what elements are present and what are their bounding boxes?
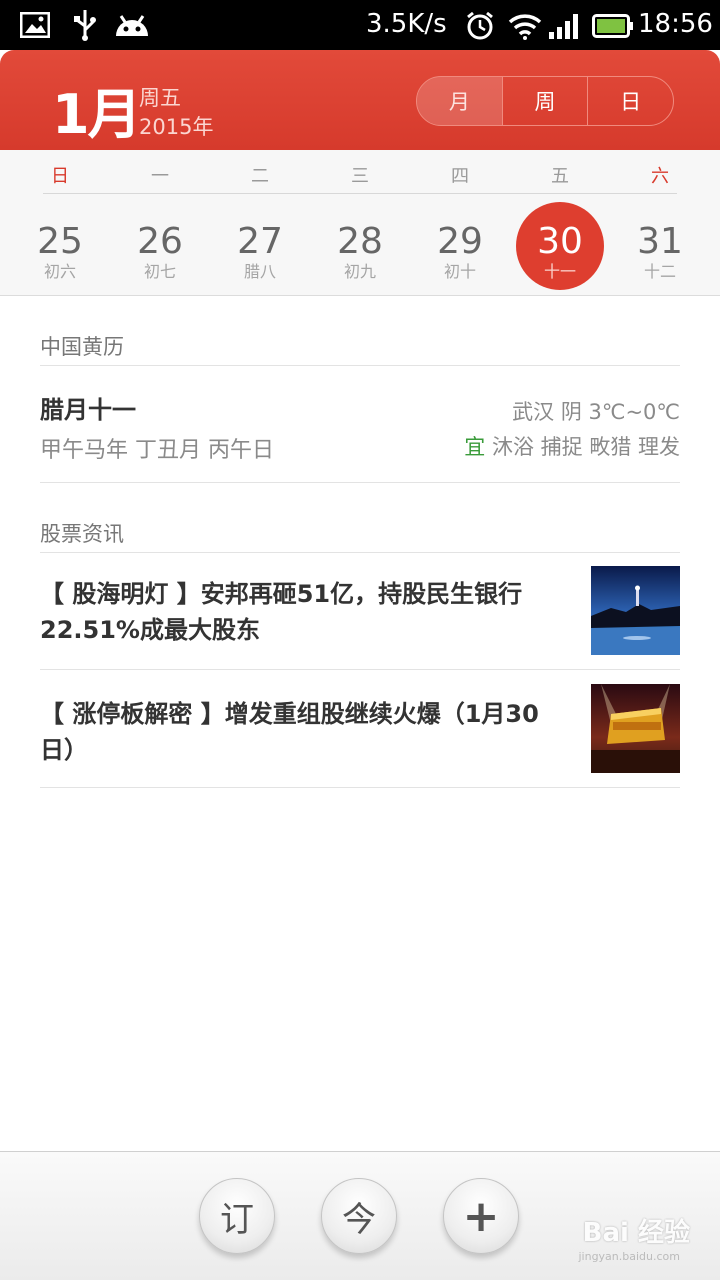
day-number: 29 <box>437 221 483 262</box>
day-cell[interactable]: 26 初七 <box>115 202 205 292</box>
weekday-wed: 三 <box>351 166 369 187</box>
alarm-icon <box>467 11 493 40</box>
day-number: 25 <box>37 221 83 262</box>
lunar-day: 初六 <box>43 262 76 281</box>
news-item[interactable]: 【 涨停板解密 】增发重组股继续火爆（1月30日） <box>40 684 680 774</box>
tab-day[interactable]: 日 <box>587 77 673 125</box>
subscribe-button[interactable]: 订 <box>199 1178 275 1254</box>
usb-icon <box>74 10 96 41</box>
clock: 18:56 <box>638 9 713 39</box>
baidu-watermark-url: jingyan.baidu.com <box>578 1250 680 1263</box>
gallery-icon <box>20 12 50 38</box>
status-bar: 3.5K/s 18:56 <box>0 0 720 50</box>
day-cell[interactable]: 28 初九 <box>315 202 405 292</box>
weekday-fri: 五 <box>551 166 569 187</box>
lunar-day: 初七 <box>143 262 176 281</box>
day-number: 31 <box>637 221 683 262</box>
wifi-icon <box>508 14 542 40</box>
weekday-tue: 二 <box>251 166 269 187</box>
day-number: 26 <box>137 221 183 262</box>
android-icon <box>116 15 148 36</box>
ganzhi-text: 甲午马年 丁丑月 丙午日 <box>40 438 274 463</box>
divider <box>40 787 680 788</box>
day-cell[interactable]: 29 初十 <box>415 202 505 292</box>
day-cell[interactable]: 31 十二 <box>615 202 705 292</box>
lunar-day: 十一 <box>543 262 576 281</box>
divider <box>40 552 680 553</box>
news-item[interactable]: 【 股海明灯 】安邦再砸51亿，持股民生银行22.51%成最大股东 <box>40 566 680 656</box>
day-cell-selected[interactable]: 30 十一 <box>515 202 605 292</box>
week-strip: 日 一 二 三 四 五 六 25 初六 26 初七 27 腊八 28 初九 29… <box>0 150 720 296</box>
day-cell[interactable]: 27 腊八 <box>215 202 305 292</box>
baidu-watermark: Bai 经验 <box>582 1218 690 1248</box>
divider <box>40 365 680 366</box>
yi-label: 宜 <box>464 435 486 459</box>
today-button[interactable]: 今 <box>321 1178 397 1254</box>
day-cell[interactable]: 25 初六 <box>15 202 105 292</box>
weekday-header-row: 日 一 二 三 四 五 六 <box>0 162 720 187</box>
tab-week[interactable]: 周 <box>501 77 588 125</box>
calendar-header: 1月 周五 2015年 月 周 日 <box>0 50 720 150</box>
weekday-divider <box>43 193 677 194</box>
news-title: 【 涨停板解密 】增发重组股继续火爆（1月30日） <box>40 700 539 764</box>
stocks-section-title: 股票资讯 <box>40 522 124 546</box>
lunar-day: 初十 <box>443 262 476 281</box>
weekday-thu: 四 <box>451 166 469 187</box>
weekday-label: 周五 <box>139 86 181 110</box>
lunar-date: 腊月十一 <box>40 396 136 424</box>
divider <box>40 482 680 483</box>
day-number: 30 <box>537 221 583 262</box>
net-speed: 3.5K/s <box>366 9 447 39</box>
lunar-day: 初九 <box>343 262 376 281</box>
year-label: 2015年 <box>139 115 214 139</box>
bottom-toolbar: 订 今 + Bai 经验 jingyan.baidu.com <box>0 1151 720 1280</box>
yi-items: 沐浴 捕捉 畋猎 理发 <box>491 435 680 459</box>
weekday-sun: 日 <box>51 166 69 187</box>
divider <box>40 669 680 670</box>
almanac-section-title: 中国黄历 <box>40 335 124 359</box>
weather-text: 武汉 阴 3℃~0℃ <box>512 400 680 424</box>
signal-icon <box>549 14 578 39</box>
lunar-day: 十二 <box>643 262 676 281</box>
add-event-button[interactable]: + <box>443 1178 519 1254</box>
news-thumbnail <box>591 684 680 773</box>
month-title[interactable]: 1月 <box>52 70 142 149</box>
news-thumbnail <box>591 566 680 655</box>
view-switcher: 月 周 日 <box>416 76 674 126</box>
news-title: 【 股海明灯 】安邦再砸51亿，持股民生银行22.51%成最大股东 <box>40 580 523 644</box>
yi-row: 宜 沐浴 捕捉 畋猎 理发 <box>464 431 680 461</box>
battery-icon <box>592 14 633 38</box>
weekday-sat: 六 <box>651 166 669 187</box>
day-number: 28 <box>337 221 383 262</box>
lunar-day: 腊八 <box>243 262 276 281</box>
weekday-mon: 一 <box>151 166 169 187</box>
tab-month[interactable]: 月 <box>417 77 502 125</box>
day-number: 27 <box>237 221 283 262</box>
